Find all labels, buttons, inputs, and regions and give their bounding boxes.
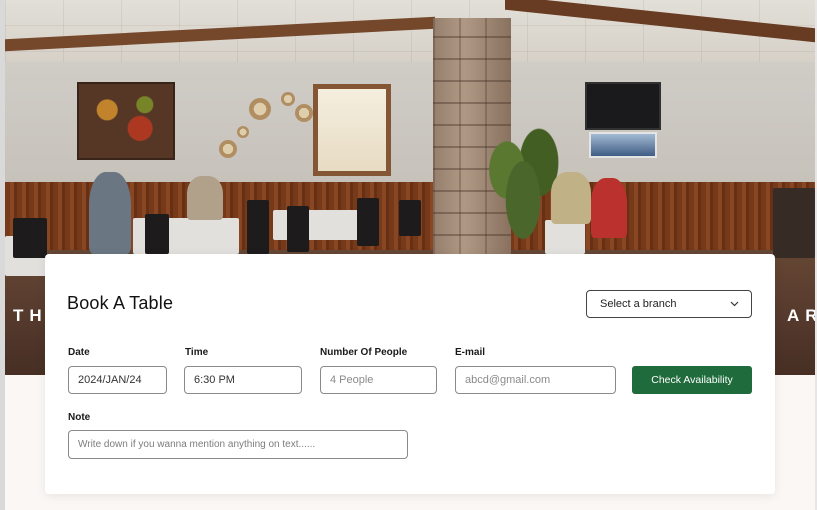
date-label: Date [68,347,90,358]
people-label: Number Of People [320,347,408,358]
booking-card: Book A Table Select a branch Date 2024/J… [45,254,775,494]
check-availability-button[interactable]: Check Availability [632,366,752,394]
people-field[interactable]: 4 People [320,366,437,394]
booking-title: Book A Table [67,293,174,313]
chevron-down-icon [730,299,739,309]
time-label: Time [185,347,209,358]
note-label: Note [68,412,91,423]
booking-page: TH AR Book A Table Select a branch Date … [0,0,817,510]
time-field[interactable]: 6:30 PM [184,366,302,394]
note-field[interactable]: Write down if you wanna mention anything… [68,430,408,459]
left-border [0,0,5,510]
email-label: E-mail [455,347,486,358]
email-field[interactable]: abcd@gmail.com [455,366,616,394]
hero-heading-left-fragment: TH [13,306,48,325]
branch-select-placeholder: Select a branch [600,298,677,310]
branch-select[interactable]: Select a branch [586,290,752,318]
hero-heading-right-fragment: AR [787,306,815,325]
date-field[interactable]: 2024/JAN/24 [68,366,167,394]
